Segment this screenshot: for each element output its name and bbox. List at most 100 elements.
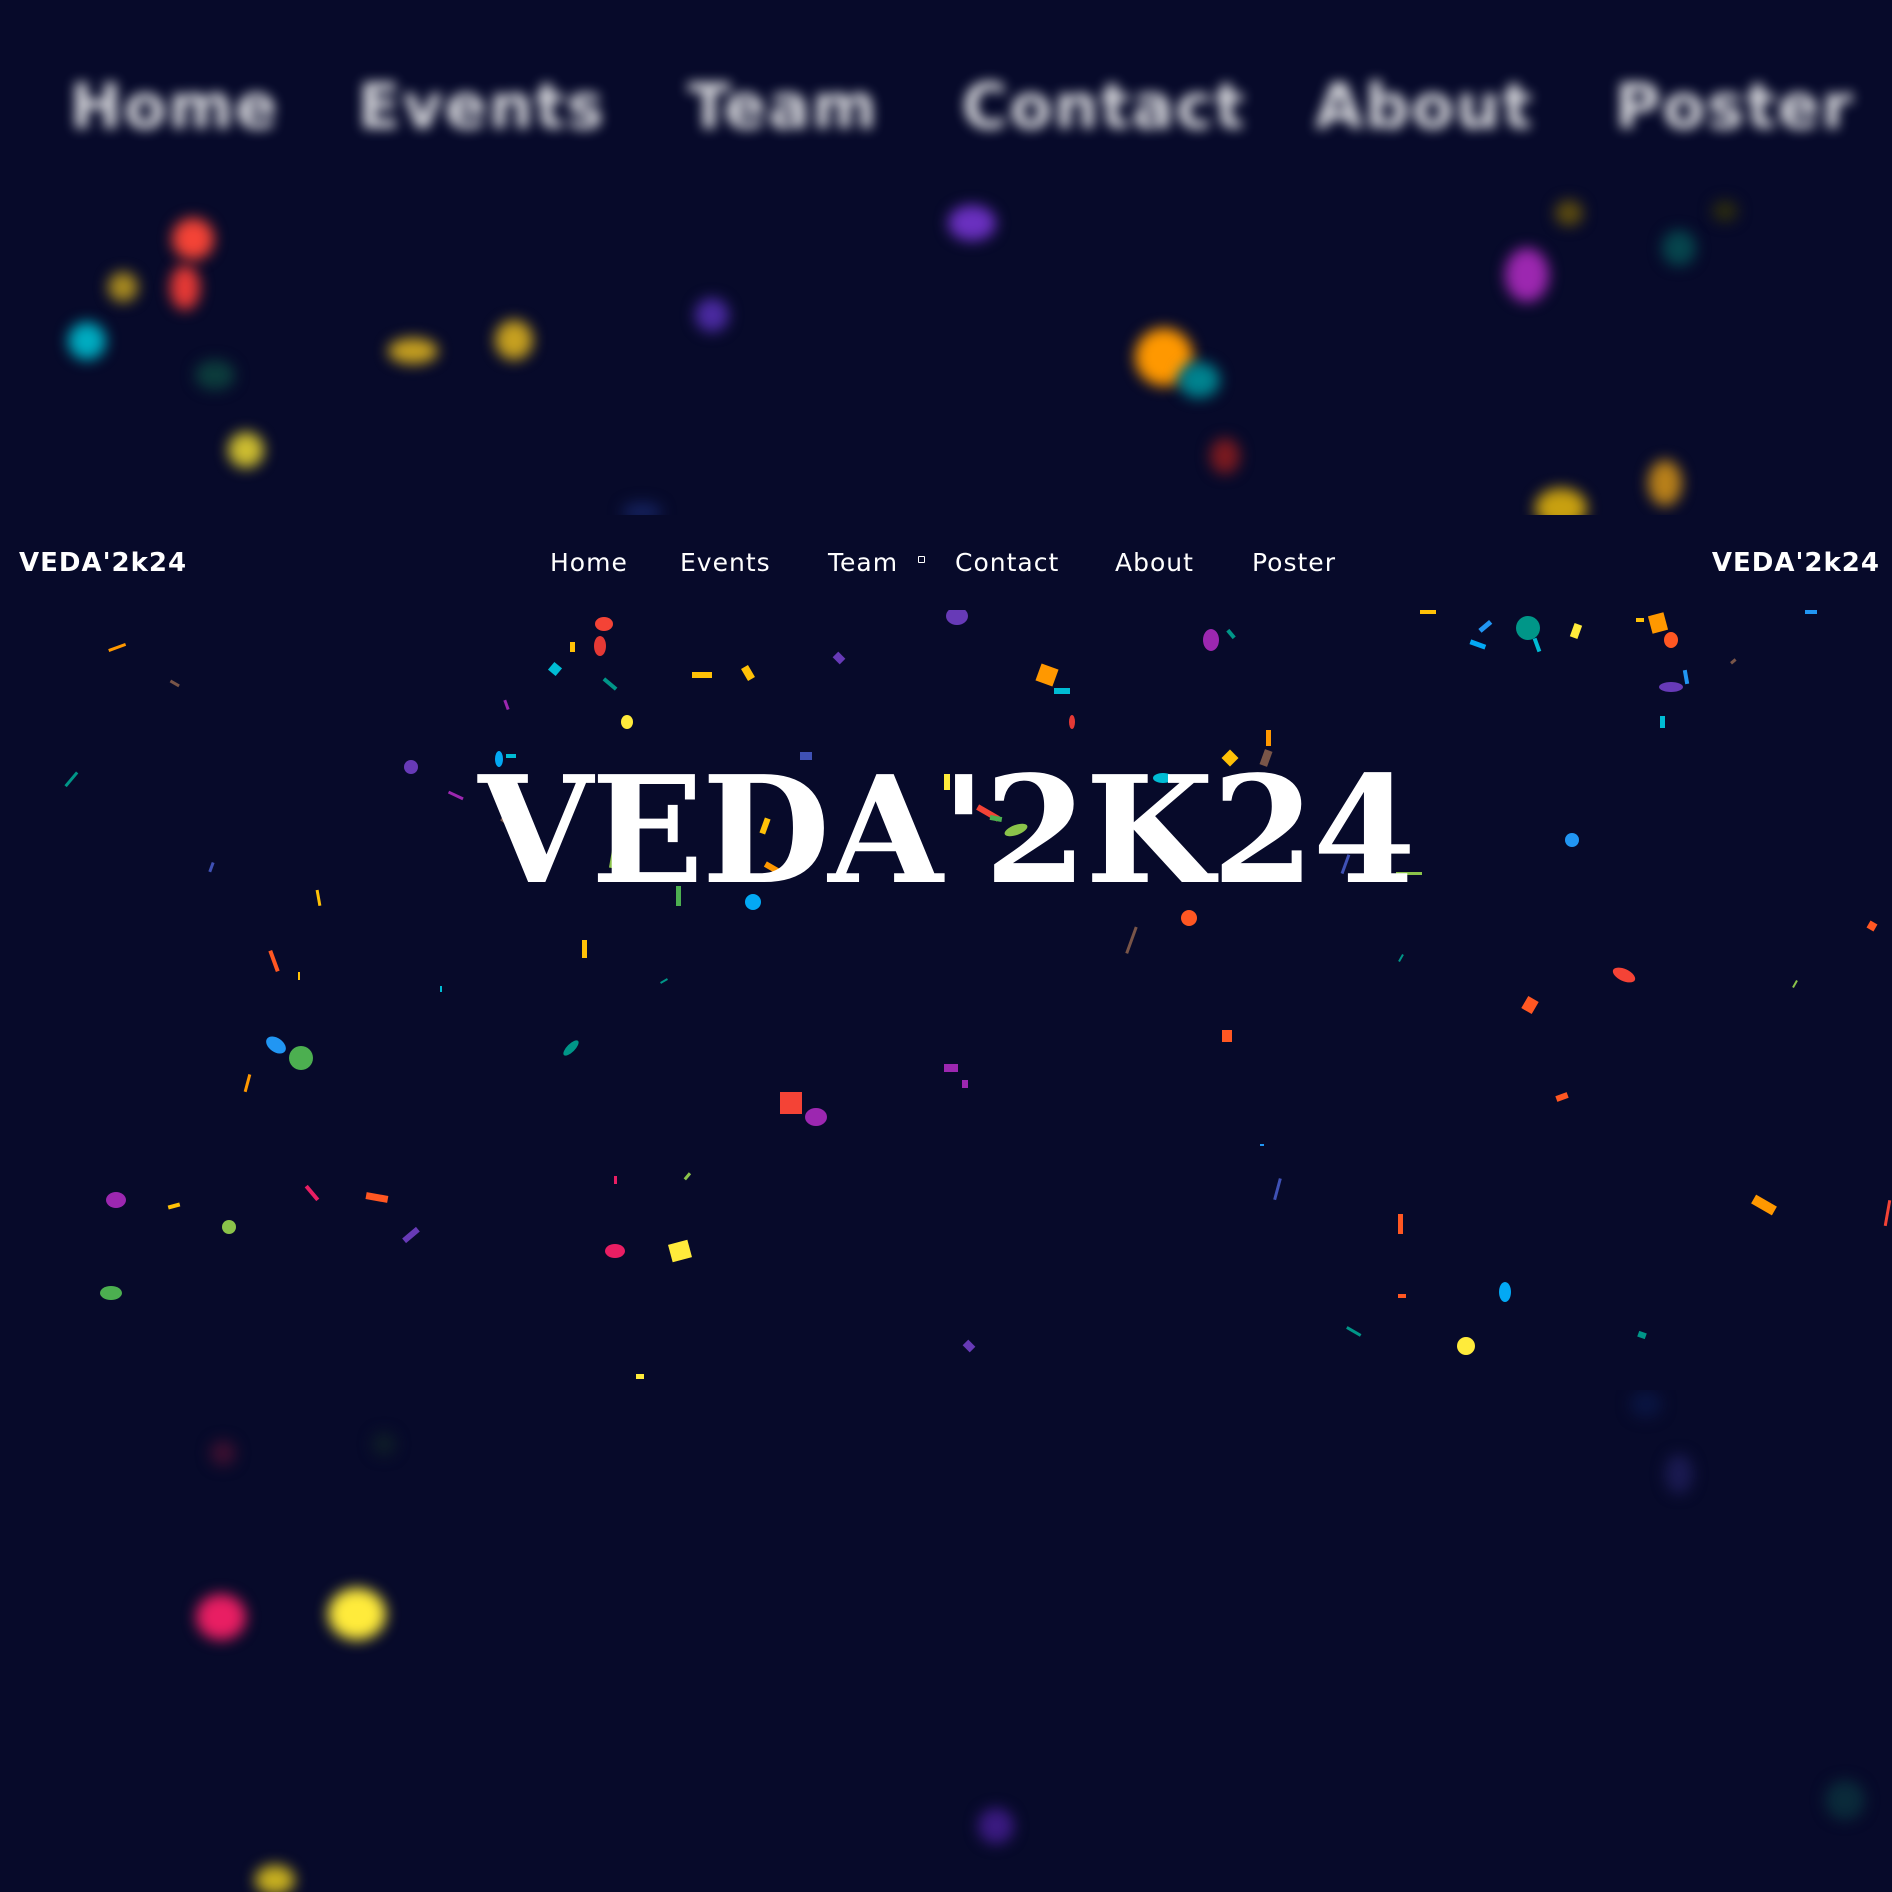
confetti-blob <box>1505 248 1549 302</box>
main-menu: Home Events Team Contact About Poster <box>0 549 1892 579</box>
confetti-piece <box>1499 1282 1511 1302</box>
confetti-blob <box>388 338 438 364</box>
confetti-piece <box>169 679 180 688</box>
confetti-piece <box>636 1374 644 1379</box>
confetti-piece <box>1273 1178 1282 1201</box>
confetti-piece <box>1398 954 1404 962</box>
confetti-piece <box>106 1192 126 1208</box>
hero-title: VEDA'2K24 <box>478 743 1416 917</box>
confetti-blob <box>328 1588 386 1640</box>
confetti-blob <box>1535 488 1587 515</box>
confetti-piece <box>1069 715 1075 729</box>
confetti-piece <box>289 1046 313 1070</box>
confetti-piece <box>547 661 563 677</box>
confetti-blob <box>495 320 533 360</box>
blurred-background-top: Home Events Team Contact About Poster <box>0 0 1892 515</box>
confetti-piece <box>946 610 968 625</box>
confetti-piece <box>805 1108 827 1126</box>
confetti-piece <box>1346 1326 1362 1337</box>
nav-home[interactable]: Home <box>550 549 628 577</box>
confetti-piece <box>1647 612 1669 634</box>
blurred-nav-events: Events <box>358 70 606 143</box>
confetti-blob <box>372 1432 396 1456</box>
confetti-piece <box>266 1036 286 1054</box>
confetti-piece <box>365 1192 389 1203</box>
confetti-piece <box>108 642 127 652</box>
confetti-piece <box>1469 639 1487 650</box>
blurred-nav-home: Home <box>70 70 280 143</box>
confetti-piece <box>570 642 575 652</box>
blurred-nav-team: Team <box>688 70 879 143</box>
confetti-piece <box>268 949 280 973</box>
confetti-piece <box>1521 995 1539 1015</box>
confetti-blob <box>1178 362 1220 398</box>
confetti-piece <box>660 978 668 984</box>
brand-logo-right[interactable]: VEDA'2k24 <box>1712 549 1880 577</box>
confetti-blob <box>1648 460 1682 506</box>
confetti-piece <box>1730 658 1737 665</box>
blurred-nav-echo: Home Events Team Contact About Poster <box>0 70 1892 150</box>
confetti-blob <box>228 432 264 468</box>
confetti-piece <box>741 664 755 682</box>
confetti-piece <box>1682 669 1690 685</box>
confetti-piece <box>1222 1030 1232 1042</box>
confetti-piece <box>1866 920 1878 932</box>
confetti-piece <box>614 1176 617 1184</box>
confetti-piece <box>1260 1144 1264 1146</box>
confetti-piece <box>1203 629 1219 651</box>
confetti-blob <box>1555 200 1583 226</box>
confetti-piece <box>1125 926 1138 954</box>
confetti-piece <box>503 699 510 711</box>
confetti-piece <box>602 677 618 691</box>
confetti-piece <box>683 1172 692 1181</box>
confetti-piece <box>1457 1337 1475 1355</box>
confetti-piece <box>402 1226 420 1244</box>
blurred-nav-poster: Poster <box>1615 70 1855 143</box>
confetti-piece <box>595 617 613 631</box>
confetti-piece <box>100 1286 122 1300</box>
nav-events[interactable]: Events <box>680 549 771 577</box>
confetti-blob <box>622 502 662 515</box>
confetti-blob <box>172 218 214 260</box>
confetti-piece <box>1751 1194 1777 1216</box>
confetti-piece <box>563 1040 579 1056</box>
confetti-piece <box>1792 980 1798 988</box>
confetti-piece <box>1226 628 1236 640</box>
confetti-piece <box>1532 637 1542 653</box>
confetti-piece <box>582 940 587 958</box>
confetti-blob <box>210 1440 236 1466</box>
confetti-piece <box>1054 688 1070 694</box>
confetti-piece <box>594 636 606 656</box>
confetti-piece <box>1516 616 1540 640</box>
confetti-piece <box>962 1080 968 1088</box>
confetti-blob <box>1210 438 1240 474</box>
confetti-piece <box>222 1220 236 1234</box>
confetti-blob <box>195 360 235 390</box>
confetti-piece <box>304 1184 320 1202</box>
confetti-piece <box>1612 967 1636 983</box>
blurred-background-bottom <box>0 1390 1892 1892</box>
confetti-blob <box>978 1808 1014 1844</box>
confetti-blob <box>68 322 106 360</box>
blurred-nav-contact: Contact <box>962 70 1247 143</box>
confetti-piece <box>1883 1200 1892 1227</box>
confetti-blob <box>108 272 138 302</box>
confetti-piece <box>298 972 300 980</box>
confetti-blob <box>1825 1780 1865 1820</box>
confetti-piece <box>668 1239 692 1263</box>
confetti-piece <box>1035 663 1059 687</box>
confetti-piece <box>1478 619 1493 633</box>
confetti-blob <box>1712 200 1738 222</box>
nav-team[interactable]: Team <box>828 549 898 577</box>
nav-about[interactable]: About <box>1115 549 1194 577</box>
nav-poster[interactable]: Poster <box>1252 549 1336 577</box>
confetti-piece <box>1660 716 1665 728</box>
confetti-piece <box>962 1339 976 1353</box>
confetti-piece <box>1805 610 1817 614</box>
confetti-blob <box>196 1594 246 1640</box>
confetti-blob <box>695 298 729 332</box>
confetti-piece <box>1420 610 1436 614</box>
nav-contact[interactable]: Contact <box>955 549 1059 577</box>
confetti-blob <box>255 1865 295 1892</box>
dropdown-indicator-icon[interactable] <box>918 556 925 563</box>
